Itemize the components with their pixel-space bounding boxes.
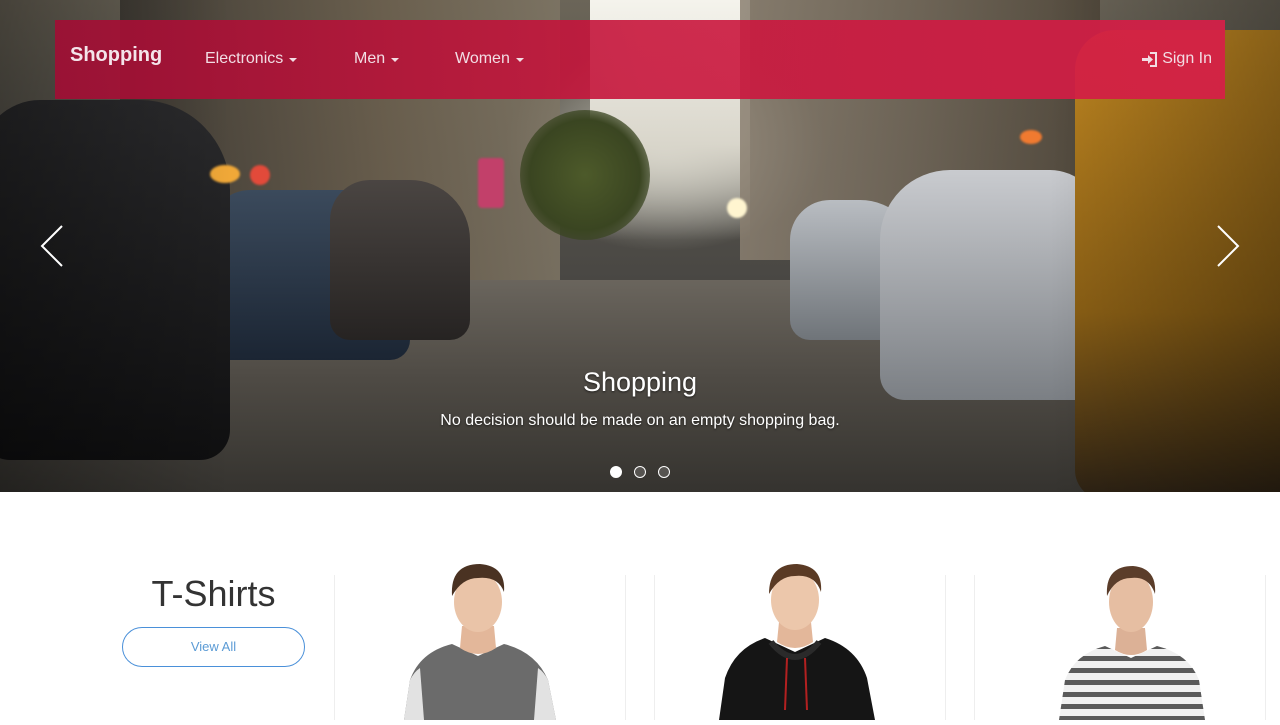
caret-down-icon xyxy=(515,58,524,62)
divider xyxy=(334,575,335,720)
nav-women-dropdown[interactable]: Women xyxy=(455,50,524,68)
category-title: T-Shirts xyxy=(151,573,276,614)
product-card-grey-tshirt[interactable] xyxy=(390,560,570,720)
view-all-button[interactable]: View All xyxy=(122,627,305,667)
chevron-right-icon xyxy=(1217,225,1240,267)
nav-item-label: Electronics xyxy=(205,50,284,67)
carousel-indicator-2[interactable] xyxy=(634,466,646,478)
product-card-black-hoodie[interactable] xyxy=(707,560,887,720)
divider xyxy=(625,575,626,720)
nav-item-label: Men xyxy=(354,50,386,67)
sign-in-link[interactable]: Sign In xyxy=(1141,50,1212,68)
carousel-indicator-1[interactable] xyxy=(610,466,622,478)
carousel-caption-text: No decision should be made on an empty s… xyxy=(440,412,840,429)
caret-down-icon xyxy=(289,58,298,62)
caret-down-icon xyxy=(391,58,400,62)
divider xyxy=(974,575,975,720)
divider xyxy=(654,575,655,720)
carousel-indicators xyxy=(0,466,1280,478)
chevron-left-icon xyxy=(40,225,63,267)
carousel-caption-title: Shopping xyxy=(582,367,698,397)
carousel-indicator-3[interactable] xyxy=(658,466,670,478)
sign-in-label: Sign In xyxy=(1162,50,1212,67)
product-card-striped-tshirt[interactable] xyxy=(1043,560,1223,720)
divider xyxy=(945,575,946,720)
nav-men-dropdown[interactable]: Men xyxy=(354,50,400,68)
navbar: Shopping Electronics Men Women Sign In xyxy=(55,20,1225,99)
brand-logo[interactable]: Shopping xyxy=(70,44,162,67)
sign-in-icon xyxy=(1142,51,1158,67)
carousel-prev-button[interactable] xyxy=(32,222,72,270)
divider xyxy=(1265,575,1266,720)
product-image xyxy=(404,564,556,720)
nav-electronics-dropdown[interactable]: Electronics xyxy=(205,50,298,68)
product-image xyxy=(719,564,875,720)
carousel-next-button[interactable] xyxy=(1208,222,1248,270)
product-image xyxy=(1059,566,1205,720)
nav-item-label: Women xyxy=(455,50,510,67)
